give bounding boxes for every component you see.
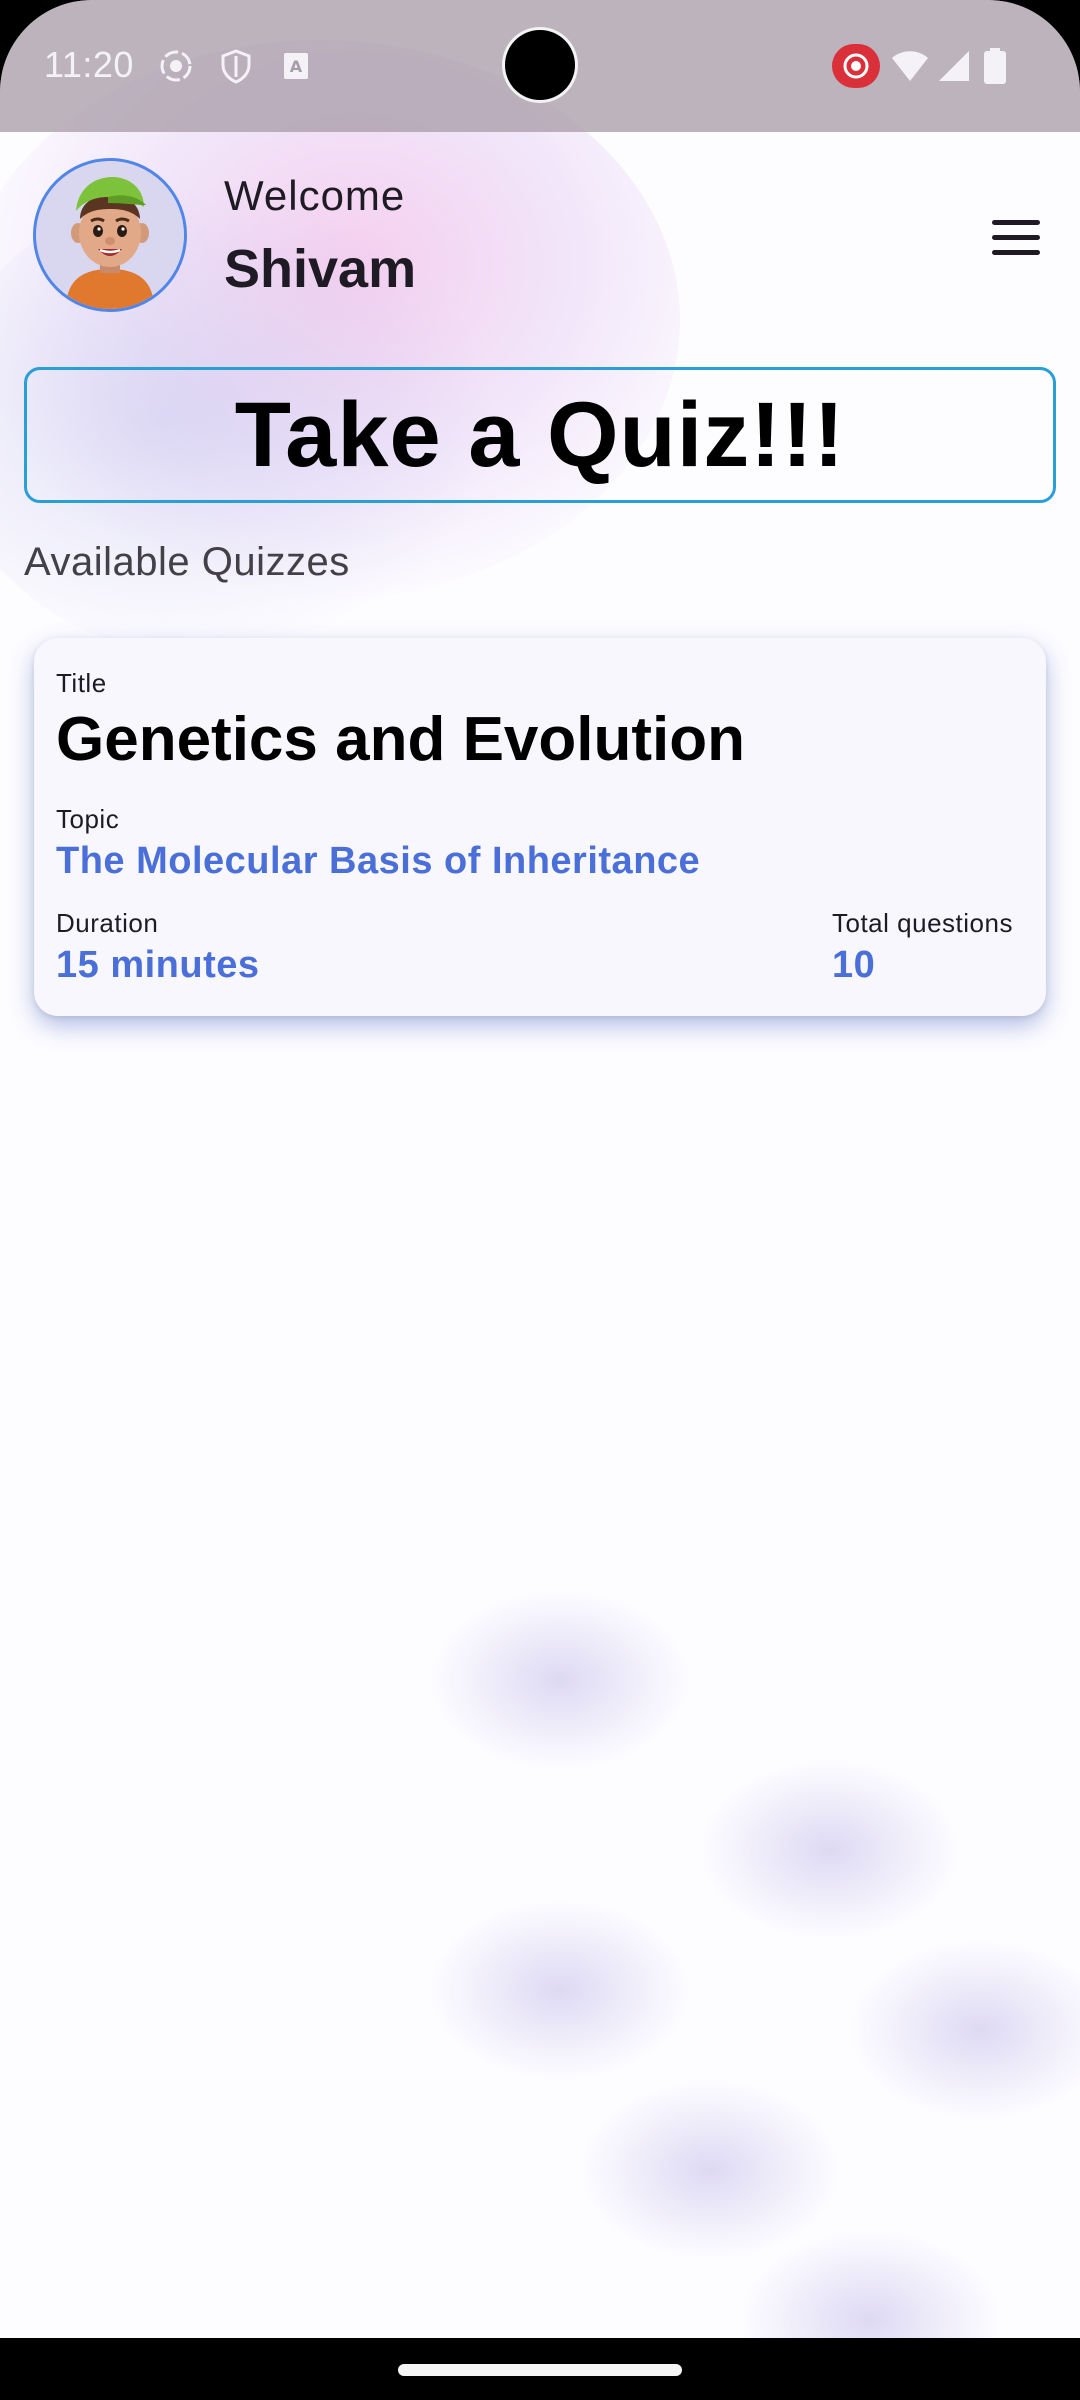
quiz-duration-label: Duration (56, 908, 159, 938)
hamburger-menu-icon-bar (992, 250, 1040, 255)
quiz-title: Genetics and Evolution (56, 705, 745, 774)
hamburger-menu-icon-bar (992, 235, 1040, 240)
app-screen: 11:20 A Welcome Shivam Take a Quiz!!! Av… (0, 0, 1080, 2400)
quiz-topic-label: Topic (56, 804, 120, 834)
status-time: 11:20 (44, 44, 134, 85)
wifi-icon (892, 51, 928, 81)
menu-button[interactable] (980, 210, 1050, 266)
quiz-total-questions-label: Total questions (832, 908, 1013, 938)
quiz-duration: 15 minutes (56, 944, 260, 986)
status-bar: 11:20 A (0, 0, 1080, 132)
text-a-icon: A (284, 53, 308, 79)
background-blob (580, 2080, 840, 2260)
user-name: Shivam (224, 239, 417, 299)
cellular-signal-icon (939, 51, 969, 81)
camera-cutout (505, 30, 575, 100)
avatar[interactable] (33, 158, 187, 312)
quiz-topic: The Molecular Basis of Inheritance (56, 840, 701, 882)
battery-icon (984, 48, 1006, 84)
background-blob (700, 1760, 960, 1940)
svg-text:A: A (290, 57, 303, 76)
hamburger-menu-icon-bar (992, 220, 1040, 225)
quiz-total-questions: 10 (832, 944, 876, 986)
background-blob (430, 1590, 690, 1770)
avatar-illustration (36, 161, 184, 309)
take-quiz-banner[interactable]: Take a Quiz!!! (24, 367, 1056, 503)
background-blob (850, 1940, 1080, 2120)
background-blob (430, 1900, 690, 2080)
record-icon (160, 50, 192, 82)
welcome-label: Welcome (224, 172, 406, 219)
screen-record-icon (832, 44, 880, 88)
quiz-card[interactable]: Title Genetics and Evolution Topic The M… (34, 638, 1046, 1016)
home-indicator[interactable] (398, 2364, 682, 2376)
take-quiz-label: Take a Quiz!!! (234, 383, 846, 486)
shield-icon (221, 49, 251, 84)
available-quizzes-heading: Available Quizzes (24, 540, 350, 584)
quiz-title-label: Title (56, 668, 107, 698)
